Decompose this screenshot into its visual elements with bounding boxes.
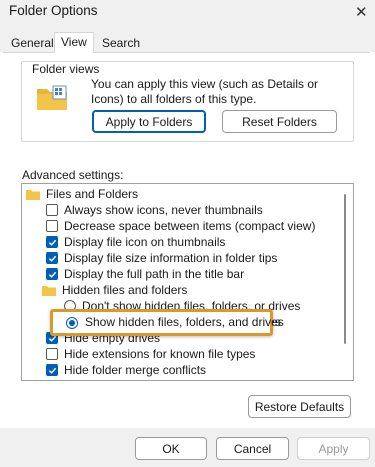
window-title: Folder Options [9, 3, 98, 18]
folder-views-description: You can apply this view (such as Details… [91, 77, 319, 106]
radio-selected-icon[interactable] [66, 317, 78, 329]
checkbox-checked-icon[interactable] [46, 364, 58, 376]
restore-defaults-button[interactable]: Restore Defaults [248, 395, 351, 418]
title-bar: Folder Options ✕ [0, 0, 375, 30]
folder-icon [42, 284, 56, 296]
checkbox-unchecked-icon[interactable] [46, 348, 58, 360]
folder-grid-icon [37, 85, 67, 110]
folder-views-label: Folder views [30, 62, 102, 76]
tab-view[interactable]: View [54, 32, 94, 53]
tree-row-label: Display file icon on thumbnails [64, 235, 226, 249]
tree-row-label: Display file size information in folder … [64, 251, 278, 265]
ok-button[interactable]: OK [135, 437, 207, 460]
tree-row-label: Hidden files and folders [62, 283, 188, 297]
tab-strip: General View Search [0, 30, 375, 53]
tree-row-label: Hide folder merge conflicts [64, 363, 207, 377]
close-icon[interactable]: ✕ [355, 3, 368, 21]
advanced-settings-tree[interactable]: Files and Folders Always show icons, neve… [21, 183, 354, 381]
checkbox-unchecked-icon[interactable] [46, 220, 58, 232]
highlighted-option-label: Show hidden files, folders, and drives [85, 315, 284, 329]
checkbox-unchecked-icon[interactable] [46, 204, 58, 216]
tree-scrollbar[interactable] [344, 194, 346, 344]
checkbox-checked-icon[interactable] [46, 236, 58, 248]
advanced-settings-label: Advanced settings: [22, 168, 124, 182]
tree-row-label: Always show icons, never thumbnails [64, 203, 263, 217]
apply-button[interactable]: Apply [297, 437, 370, 460]
folder-icon [26, 188, 40, 200]
tree-row-label: Display the full path in the title bar [64, 267, 245, 281]
reset-folders-button[interactable]: Reset Folders [222, 110, 337, 133]
checkbox-checked-icon[interactable] [46, 252, 58, 264]
highlighted-option[interactable]: Show hidden files, folders, and drives [50, 309, 284, 336]
tab-general[interactable]: General [5, 35, 60, 52]
apply-to-folders-button[interactable]: Apply to Folders [92, 110, 206, 133]
tree-row-label: Files and Folders [46, 187, 139, 201]
cancel-button[interactable]: Cancel [216, 437, 289, 460]
tree-row-label: Hide extensions for known file types [64, 347, 256, 361]
tab-search[interactable]: Search [96, 35, 146, 52]
checkbox-checked-icon[interactable] [46, 268, 58, 280]
tree-row-label: Decrease space between items (compact vi… [64, 219, 316, 233]
